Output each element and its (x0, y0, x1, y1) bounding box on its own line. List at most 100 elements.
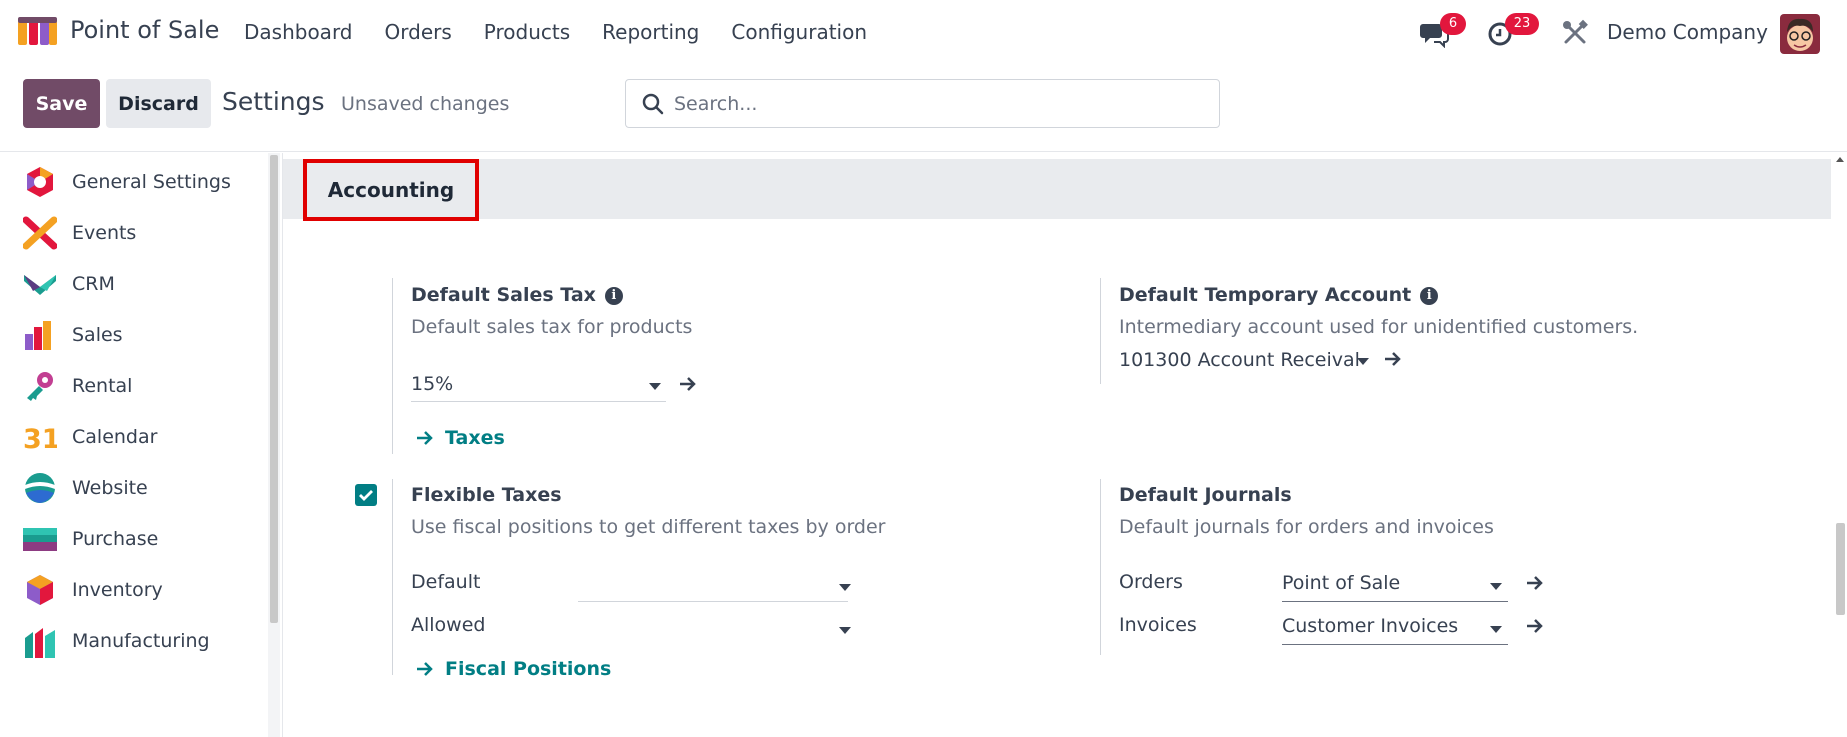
temp-account-select[interactable]: 101300 Account Receival (1119, 349, 1359, 371)
menu-products[interactable]: Products (484, 20, 570, 44)
sidebar-item-label: General Settings (72, 171, 231, 193)
orders-journal-label: Orders (1119, 571, 1183, 593)
sidebar-item-label: Website (72, 477, 148, 499)
journals-description: Default journals for orders and invoices (1119, 516, 1494, 538)
setting-divider (1100, 278, 1101, 384)
temp-account-description: Intermediary account used for unidentifi… (1119, 316, 1639, 338)
sidebar-item-purchase[interactable]: Purchase (0, 514, 268, 564)
sidebar-item-events[interactable]: Events (0, 208, 268, 258)
taxes-link[interactable]: Taxes (445, 427, 505, 449)
default-fiscal-label: Default (411, 571, 481, 593)
main-menu: Dashboard Orders Products Reporting Conf… (244, 20, 867, 44)
calendar-icon: 31 (23, 424, 57, 454)
control-panel: Save Discard Settings Unsaved changes (0, 66, 1847, 152)
settings-content: Accounting Default Sales Tax i Default sa… (282, 153, 1831, 737)
arrow-right-icon[interactable] (678, 376, 698, 392)
default-fiscal-select[interactable] (578, 601, 848, 602)
field-underline (411, 401, 666, 402)
user-avatar[interactable] (1780, 14, 1820, 54)
journals-title: Default Journals (1119, 484, 1292, 506)
arrow-right-icon[interactable] (1525, 575, 1545, 591)
arrow-right-icon (417, 431, 433, 445)
section-title-accounting: Accounting (303, 159, 479, 221)
search-icon (642, 93, 664, 115)
content-scrollbar[interactable] (1834, 153, 1847, 737)
sidebar-item-label: Inventory (72, 579, 163, 601)
chevron-down-icon[interactable] (1490, 583, 1502, 590)
content-scrollbar-thumb[interactable] (1836, 523, 1845, 615)
rental-key-icon (27, 372, 53, 401)
chevron-down-icon[interactable] (649, 383, 661, 390)
sidebar-item-label: Rental (72, 375, 133, 397)
discard-button[interactable]: Discard (106, 79, 211, 128)
sidebar-item-label: Events (72, 222, 137, 244)
activity-count-badge: 23 (1505, 13, 1539, 35)
orders-journal-select[interactable]: Point of Sale (1282, 572, 1400, 594)
flexible-taxes-title: Flexible Taxes (411, 484, 562, 506)
invoices-journal-label: Invoices (1119, 614, 1197, 636)
sidebar-item-inventory[interactable]: Inventory (0, 565, 268, 615)
sidebar-scrollbar-thumb[interactable] (270, 155, 278, 623)
save-button[interactable]: Save (23, 79, 100, 128)
sales-tax-description: Default sales tax for products (411, 316, 693, 338)
field-underline (1282, 644, 1508, 645)
inventory-box-icon (27, 575, 53, 605)
sidebar-item-crm[interactable]: CRM (0, 259, 268, 309)
arrow-right-icon[interactable] (1525, 618, 1545, 634)
info-icon[interactable]: i (604, 287, 623, 305)
purchase-icon (23, 528, 57, 551)
sidebar-item-label: Calendar (72, 426, 158, 448)
field-underline (1282, 601, 1508, 602)
sidebar-item-general-settings[interactable]: General Settings (0, 157, 268, 207)
search-box[interactable] (625, 79, 1220, 128)
sidebar-scrollbar[interactable] (268, 153, 280, 737)
company-switcher[interactable]: Demo Company (1607, 20, 1768, 44)
allowed-fiscal-label: Allowed (411, 614, 486, 636)
sidebar-item-label: Purchase (72, 528, 159, 550)
sales-icon (25, 321, 51, 350)
menu-configuration[interactable]: Configuration (731, 20, 867, 44)
sidebar-item-sales[interactable]: Sales (0, 310, 268, 360)
scroll-up-arrow-icon[interactable] (1836, 157, 1844, 162)
sidebar-item-rental[interactable]: Rental (0, 361, 268, 411)
chevron-down-icon[interactable] (839, 627, 851, 634)
menu-orders[interactable]: Orders (385, 20, 452, 44)
section-header (283, 159, 1831, 219)
sidebar-item-manufacturing[interactable]: Manufacturing (0, 616, 268, 666)
flexible-taxes-description: Use fiscal positions to get different ta… (411, 516, 886, 538)
flexible-taxes-checkbox[interactable] (355, 484, 377, 506)
search-input[interactable] (674, 88, 1204, 120)
app-name[interactable]: Point of Sale (70, 16, 219, 44)
fiscal-positions-link[interactable]: Fiscal Positions (445, 658, 611, 680)
top-navbar: Point of Sale Dashboard Orders Products … (0, 0, 1847, 66)
setting-divider (392, 479, 393, 675)
arrow-right-icon (417, 662, 433, 676)
info-icon[interactable]: i (1420, 287, 1439, 305)
chevron-down-icon[interactable] (839, 584, 851, 591)
manufacturing-icon (25, 628, 55, 658)
sidebar-item-label: Manufacturing (72, 630, 210, 652)
page-title: Settings (222, 87, 325, 116)
sidebar-item-calendar[interactable]: 31 Calendar (0, 412, 268, 462)
temp-account-title-text: Default Temporary Account (1119, 284, 1412, 306)
menu-dashboard[interactable]: Dashboard (244, 20, 353, 44)
chevron-down-icon[interactable] (1357, 358, 1369, 365)
setting-divider (1100, 479, 1101, 655)
chevron-down-icon[interactable] (1490, 626, 1502, 633)
sidebar-item-website[interactable]: Website (0, 463, 268, 513)
events-icon (23, 216, 57, 250)
debug-tools-icon[interactable] (1561, 19, 1589, 47)
arrow-right-icon[interactable] (1383, 351, 1403, 367)
sidebar-item-label: Sales (72, 324, 123, 346)
crm-icon (24, 275, 56, 295)
general-settings-icon (27, 167, 53, 197)
svg-text:31: 31 (23, 424, 57, 454)
menu-reporting[interactable]: Reporting (602, 20, 699, 44)
website-globe-icon (25, 473, 55, 503)
sales-tax-select[interactable]: 15% (411, 373, 453, 395)
invoices-journal-select[interactable]: Customer Invoices (1282, 615, 1458, 637)
sales-tax-title: Default Sales Tax i (411, 284, 623, 306)
setting-divider (392, 278, 393, 454)
check-icon (359, 490, 373, 501)
point-of-sale-logo-icon[interactable] (18, 17, 58, 47)
